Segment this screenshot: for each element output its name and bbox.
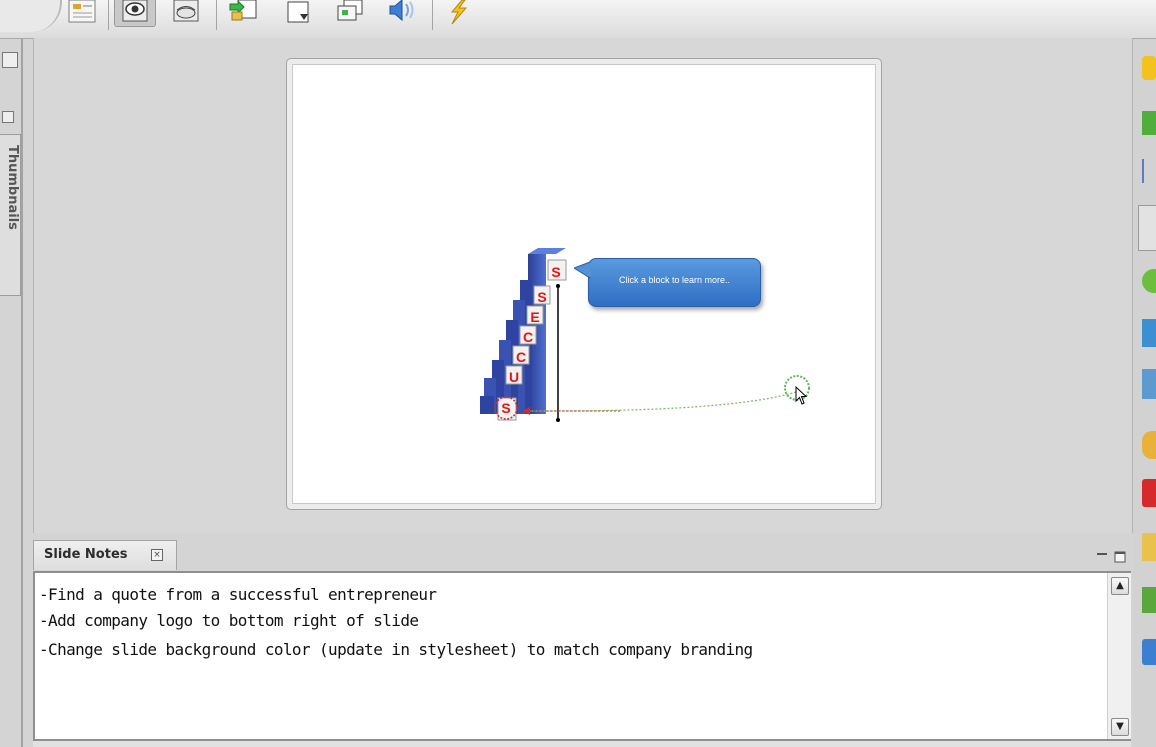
callout-bubble[interactable]: Click a block to learn more.. — [588, 258, 761, 307]
preview-button[interactable] — [114, 0, 156, 27]
panel-window-controls — [1097, 551, 1126, 563]
publish-button[interactable] — [440, 0, 476, 26]
audio-icon — [389, 0, 414, 22]
widget-icon[interactable] — [1142, 639, 1156, 665]
restore-panel-icon[interactable] — [2, 52, 18, 68]
import-slide-button[interactable] — [222, 0, 262, 26]
motion-path-line[interactable] — [529, 391, 797, 412]
rectangle-icon[interactable] — [1142, 111, 1156, 135]
image-icon[interactable] — [1142, 319, 1156, 347]
duplicate-slide-button[interactable] — [330, 0, 370, 26]
import-slide-icon — [229, 0, 257, 21]
toolbar-separator — [216, 0, 217, 30]
notes-scrollbar[interactable]: ▲ ▼ — [1107, 573, 1131, 739]
new-slide-icon — [287, 1, 309, 23]
slide-notes-tab[interactable]: Slide Notes × — [33, 540, 177, 570]
thumbnails-strip: Thumbnails — [0, 39, 21, 747]
stage-view-icon — [173, 0, 199, 22]
callout-text: Click a block to learn more.. — [618, 275, 731, 285]
toolbar-separator — [432, 0, 433, 30]
outline-view-icon — [68, 0, 96, 23]
stage-view-button[interactable] — [166, 0, 206, 26]
line-icon[interactable] — [1142, 159, 1156, 183]
callout-tail — [574, 262, 591, 279]
tool-palette — [1133, 39, 1156, 747]
thumbnails-tab[interactable]: Thumbnails — [0, 134, 21, 296]
main-toolbar — [0, 0, 1156, 39]
close-panel-icon[interactable] — [2, 111, 14, 123]
stair-letter[interactable]: S — [548, 264, 564, 281]
notes-line: -Add company logo to bottom right of sli… — [39, 611, 419, 630]
outline-view-button[interactable] — [66, 0, 100, 26]
duplicate-slide-icon — [337, 0, 363, 21]
slide-notes-title: Slide Notes — [44, 547, 128, 562]
toolbar-separator — [108, 0, 109, 30]
notes-line: -Find a quote from a successful entrepre… — [39, 585, 437, 604]
callout-icon[interactable] — [1142, 56, 1156, 80]
picture-icon[interactable] — [1142, 369, 1156, 399]
flash-icon[interactable] — [1142, 479, 1156, 507]
close-icon[interactable]: × — [151, 549, 163, 561]
notes-line: -Change slide background color (update i… — [39, 640, 753, 659]
tool-icon[interactable] — [1142, 533, 1156, 561]
mouse-cursor-icon — [795, 386, 808, 405]
panel-divider[interactable] — [21, 39, 23, 747]
connector-handle-bottom[interactable] — [556, 418, 560, 422]
new-slide-button[interactable] — [278, 0, 318, 26]
connector-handle-top[interactable] — [556, 284, 560, 288]
motion-path-arrowhead — [522, 407, 530, 415]
scroll-up-button[interactable]: ▲ — [1111, 577, 1129, 595]
media-icon[interactable] — [1142, 431, 1156, 459]
preview-eye-icon — [122, 0, 148, 22]
toolbar-edge — [0, 0, 62, 32]
note-icon[interactable] — [1138, 205, 1156, 251]
scroll-down-button[interactable]: ▼ — [1111, 718, 1129, 736]
status-strip — [33, 741, 1131, 747]
publish-lightning-icon — [450, 0, 468, 25]
shape-icon[interactable] — [1142, 269, 1156, 293]
table-icon[interactable] — [1142, 587, 1156, 613]
thumbnails-tab-label: Thumbnails — [5, 145, 20, 230]
audio-button[interactable] — [382, 0, 422, 26]
slide-notes-textarea[interactable]: -Find a quote from a successful entrepre… — [33, 571, 1131, 741]
